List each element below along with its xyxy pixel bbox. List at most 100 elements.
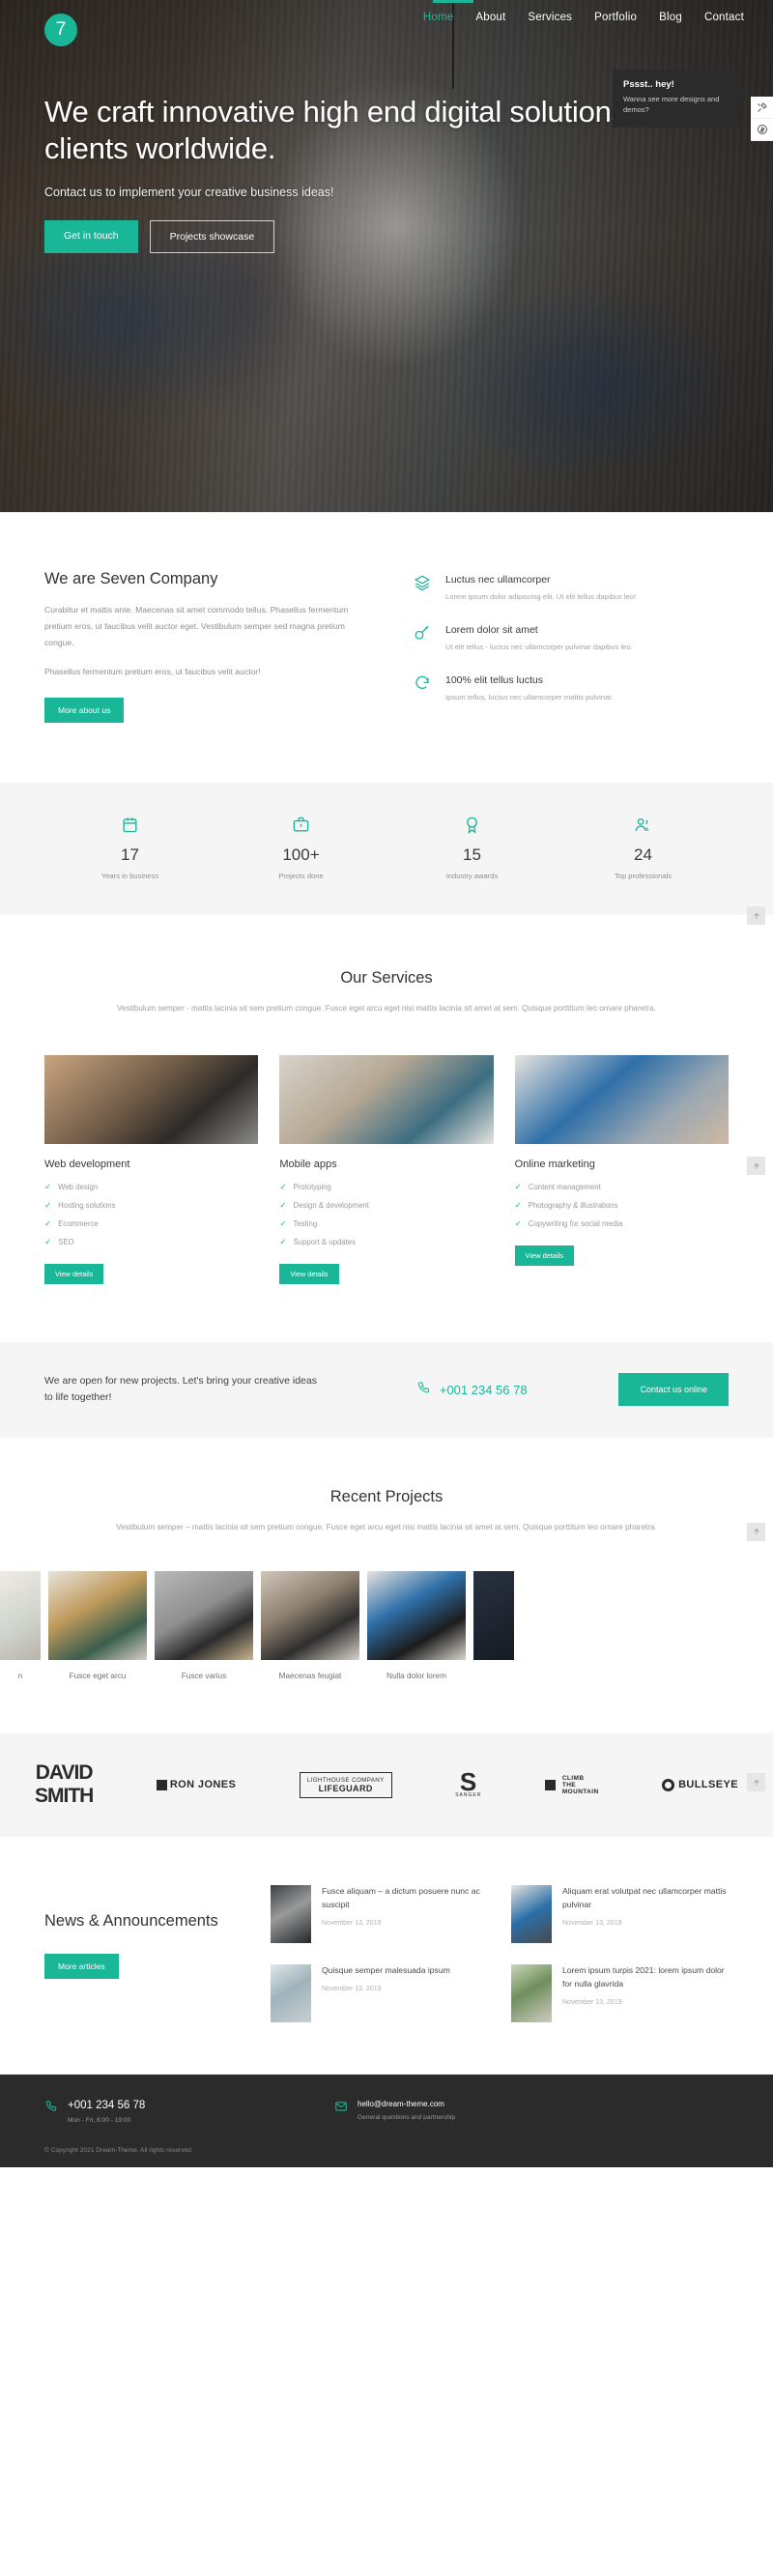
square-mark-icon bbox=[544, 1779, 556, 1790]
site-logo[interactable]: 7 bbox=[44, 14, 77, 46]
project-caption: Nulla dolor lorem bbox=[386, 1672, 446, 1681]
news-post[interactable]: Fusce aliquam – a dictum posuere nunc ac… bbox=[271, 1885, 488, 1944]
refresh-icon bbox=[414, 674, 433, 703]
nav-item-home[interactable]: Home bbox=[423, 12, 453, 23]
check-icon: ✓ bbox=[514, 1182, 522, 1191]
square-mark-icon bbox=[156, 1780, 167, 1791]
nav-item-contact[interactable]: Contact bbox=[704, 12, 744, 23]
service-list-item: ✓ Design & development bbox=[279, 1200, 369, 1210]
view-details-button[interactable]: View details bbox=[514, 1245, 574, 1266]
stat-number: 15 bbox=[463, 845, 481, 865]
side-button-rail bbox=[751, 97, 773, 141]
footer-copyright: © Copyright 2021 Dream-Theme. All rights… bbox=[44, 2147, 193, 2155]
nav-item-services[interactable]: Services bbox=[528, 12, 572, 23]
cta-phone[interactable]: +001 234 56 78 bbox=[325, 1381, 618, 1398]
projects-showcase-button[interactable]: Projects showcase bbox=[149, 219, 275, 253]
hero-heading: We craft innovative high end digital sol… bbox=[44, 95, 669, 166]
feature-text: Ipsum tellus, luctus nec ullamcorper mat… bbox=[445, 693, 614, 702]
project-item[interactable]: Nulla dolor lorem bbox=[367, 1571, 466, 1680]
stat-item: 15 Industry awards bbox=[386, 816, 558, 880]
news-post[interactable]: Quisque semper malesuada ipsum November 1… bbox=[271, 1964, 488, 2023]
scroll-to-top-button[interactable] bbox=[747, 1773, 765, 1792]
more-about-us-button[interactable]: More about us bbox=[44, 698, 125, 723]
project-image bbox=[0, 1571, 41, 1661]
service-list-item: ✓ Copywriting for social media bbox=[514, 1218, 623, 1228]
scroll-to-top-button[interactable] bbox=[747, 1157, 765, 1176]
news-post[interactable]: Aliquam erat volutpat nec ullamcorper ma… bbox=[511, 1885, 729, 1944]
client-logo-climb-the-mountain: CLIMB THE MOUNTAIN bbox=[544, 1775, 599, 1795]
project-item[interactable]: Maecenas feugiat bbox=[261, 1571, 359, 1680]
layers-icon bbox=[414, 574, 433, 603]
nav-item-about[interactable]: About bbox=[475, 12, 505, 23]
contact-us-online-button[interactable]: Contact us online bbox=[618, 1373, 729, 1407]
project-image bbox=[48, 1571, 147, 1661]
projects-section: Recent Projects Vestibulum semper – matt… bbox=[0, 1438, 773, 1733]
service-feature-list: ✓ Content management ✓ Photography & illus… bbox=[515, 1182, 729, 1229]
check-icon: ✓ bbox=[44, 1200, 52, 1210]
stat-item: 24 Top professionals bbox=[558, 816, 729, 880]
check-icon: ✓ bbox=[44, 1218, 52, 1228]
feature-item: 100% elit tellus luctus Ipsum tellus, lu… bbox=[414, 674, 729, 703]
project-item[interactable]: Fusce varius bbox=[155, 1571, 253, 1680]
target-icon bbox=[662, 1778, 675, 1791]
more-articles-button[interactable]: More articles bbox=[44, 1953, 119, 1979]
news-post-title: Aliquam erat volutpat nec ullamcorper ma… bbox=[562, 1886, 727, 1910]
service-title: Online marketing bbox=[514, 1159, 595, 1170]
footer-email-address[interactable]: hello@dream-theme.com bbox=[358, 2100, 455, 2108]
footer-phone-hours: Mon - Fri, 8:00 - 19:00 bbox=[68, 2117, 131, 2125]
service-card: Web development ✓ Web design ✓ Hosting sol… bbox=[44, 1055, 259, 1284]
service-list-item: ✓ Prototyping bbox=[279, 1182, 331, 1191]
news-section: News & Announcements More articles Fusce… bbox=[0, 1837, 773, 2075]
check-icon: ✓ bbox=[44, 1237, 52, 1246]
news-post-title: Fusce aliquam – a dictum posuere nunc ac… bbox=[322, 1886, 480, 1910]
news-post-title: Lorem ipsum turpis 2021: lorem ipsum dol… bbox=[562, 1965, 725, 1989]
service-list-item: ✓ Content management bbox=[514, 1182, 601, 1191]
stat-label: Top professionals bbox=[614, 872, 673, 881]
projects-subtitle: Vestibulum semper – mattis lacinia sit s… bbox=[116, 1522, 657, 1531]
footer-phone-number[interactable]: +001 234 56 78 bbox=[68, 2100, 145, 2111]
service-image bbox=[514, 1055, 729, 1144]
service-list-item: ✓ Ecommerce bbox=[44, 1218, 99, 1228]
key-icon bbox=[414, 624, 433, 653]
hero-section: 7 Home About Services Portfolio Blog Con… bbox=[0, 0, 773, 512]
check-icon: ✓ bbox=[279, 1237, 287, 1246]
stat-item: 17 Years in business bbox=[44, 816, 215, 880]
services-grid: Web development ✓ Web design ✓ Hosting sol… bbox=[44, 1055, 729, 1284]
client-logo-bullseye: BULLSEYE bbox=[662, 1779, 738, 1791]
service-title: Web development bbox=[44, 1159, 130, 1170]
news-post-date: November 13, 2019 bbox=[562, 1919, 622, 1927]
view-details-button[interactable]: View details bbox=[279, 1264, 339, 1284]
footer-email-block: hello@dream-theme.com General questions … bbox=[334, 2100, 455, 2121]
stat-item: 100+ Projects done bbox=[215, 816, 386, 880]
promo-tooltip[interactable]: Pssst.. hey! Wanna see more designs and … bbox=[613, 70, 747, 128]
people-icon bbox=[558, 816, 729, 837]
stat-label: Industry awards bbox=[445, 872, 499, 881]
tools-icon[interactable] bbox=[751, 97, 773, 119]
feature-title: Lorem dolor sit amet bbox=[445, 624, 538, 637]
stats-section: 17 Years in business 100+ Projects done … bbox=[0, 783, 773, 926]
project-item[interactable] bbox=[473, 1571, 514, 1680]
client-logo-sanger: S SANGER bbox=[455, 1766, 482, 1799]
phone-icon bbox=[44, 2100, 58, 2118]
nav-item-blog[interactable]: Blog bbox=[659, 12, 682, 23]
view-details-button[interactable]: View details bbox=[44, 1264, 104, 1284]
purchase-icon[interactable] bbox=[751, 119, 773, 141]
news-post[interactable]: Lorem ipsum turpis 2021: lorem ipsum dol… bbox=[511, 1964, 729, 2023]
get-in-touch-button[interactable]: Get in touch bbox=[44, 219, 138, 253]
site-footer: +001 234 56 78 Mon - Fri, 8:00 - 19:00 h… bbox=[0, 2075, 773, 2168]
news-thumbnail bbox=[511, 1964, 552, 2023]
check-icon: ✓ bbox=[279, 1218, 287, 1228]
news-thumbnail bbox=[271, 1964, 311, 2023]
project-image bbox=[155, 1571, 253, 1661]
about-title: We are Seven Company bbox=[44, 570, 218, 587]
project-item[interactable]: n bbox=[0, 1571, 41, 1680]
project-item[interactable]: Fusce eget arcu bbox=[48, 1571, 147, 1680]
about-paragraph-1: Curabitur et mattis ante. Maecenas sit a… bbox=[44, 605, 349, 647]
service-list-item: ✓ Testing bbox=[279, 1218, 318, 1228]
scroll-to-top-button[interactable] bbox=[747, 1522, 765, 1541]
projects-carousel[interactable]: n Fusce eget arcu Fusce varius Maecenas … bbox=[0, 1571, 773, 1680]
news-post-date: November 13, 2019 bbox=[562, 1998, 622, 2006]
promo-text: Wanna see more designs and demos? bbox=[623, 95, 720, 114]
news-post-title: Quisque semper malesuada ipsum bbox=[322, 1965, 450, 1976]
nav-item-portfolio[interactable]: Portfolio bbox=[594, 12, 637, 23]
